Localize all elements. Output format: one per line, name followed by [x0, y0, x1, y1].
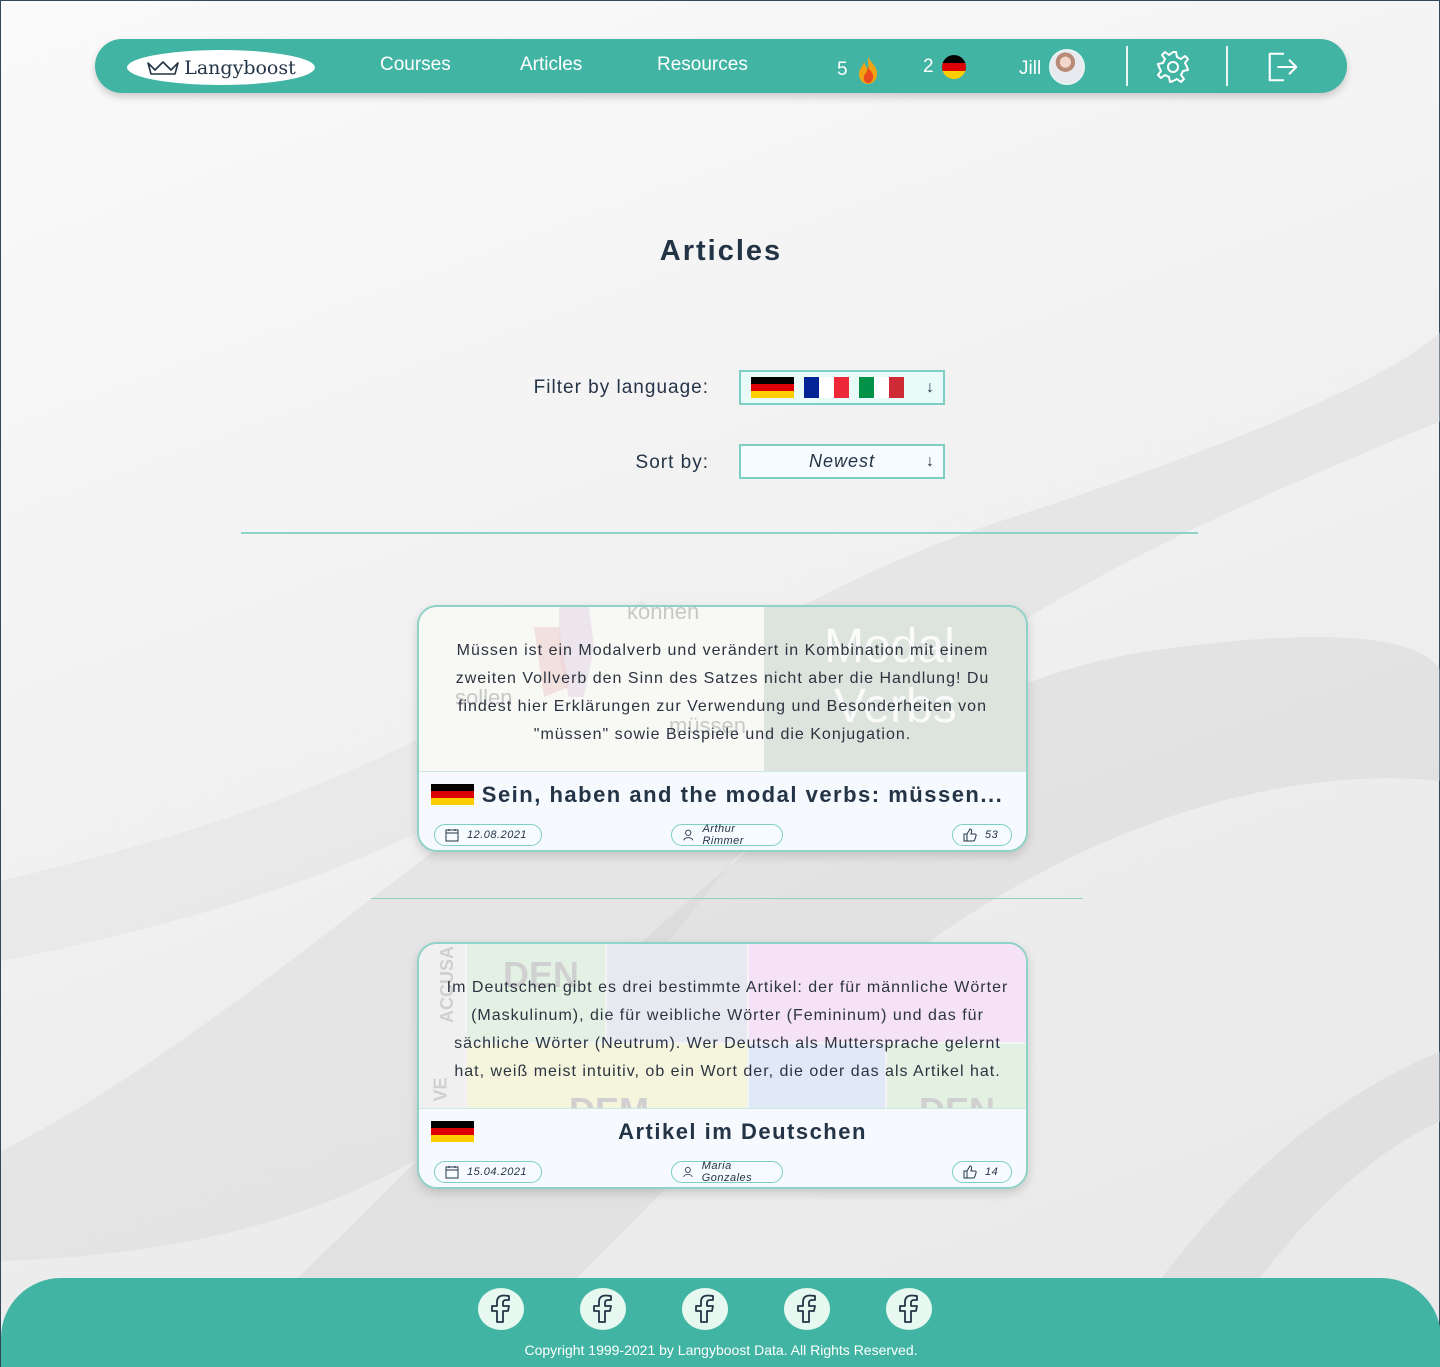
filter-label: Filter by language:: [533, 377, 709, 398]
arrow-down-icon: ↓: [926, 379, 934, 396]
user-name: Jill: [1019, 58, 1042, 79]
gear-icon: [1157, 51, 1189, 83]
user-profile[interactable]: Jill: [1019, 49, 1086, 85]
user-icon: [683, 1166, 693, 1178]
language-counter[interactable]: 2: [923, 55, 966, 79]
italian-flag-icon: [859, 377, 904, 398]
article-date: 15.04.2021: [434, 1161, 542, 1183]
article-description: Im Deutschen gibt es drei bestimmte Arti…: [446, 979, 1009, 1080]
footer: Copyright 1999-2021 by Langyboost Data. …: [1, 1278, 1440, 1367]
nav-divider: [1226, 46, 1228, 86]
logo-text: Langyboost: [184, 56, 296, 79]
facebook-icon: [899, 1294, 918, 1323]
nav-courses[interactable]: Courses: [380, 54, 451, 76]
sort-select[interactable]: Newest ↓: [739, 444, 945, 479]
nav-resources[interactable]: Resources: [657, 54, 748, 76]
like-count: 53: [985, 829, 999, 841]
thumbnail-word: können: [627, 607, 700, 624]
article-title[interactable]: Sein, haben and the modal verbs: müssen.…: [469, 782, 1016, 808]
article-thumbnail: können sollen müssen Modal Verbs Müssen …: [419, 607, 1026, 771]
like-button[interactable]: 14: [952, 1161, 1012, 1183]
nav-divider: [1126, 46, 1128, 86]
avatar: [1049, 49, 1086, 85]
sort-value: Newest: [808, 451, 876, 471]
streak-count: 5: [837, 59, 848, 80]
facebook-link[interactable]: [682, 1288, 728, 1330]
card-divider: [371, 898, 1083, 899]
logout-button[interactable]: [1265, 49, 1301, 85]
article-description: Müssen ist ein Modalverb und verändert i…: [455, 642, 990, 743]
page-title: Articles: [659, 235, 783, 267]
thumbs-up-icon: [963, 828, 977, 842]
article-card[interactable]: DEN DEM DEN ACCUSA VE Im Deutschen gibt …: [417, 942, 1028, 1189]
article-title[interactable]: Artikel im Deutschen: [469, 1119, 1016, 1145]
fire-icon: [858, 56, 877, 84]
article-date-text: 15.04.2021: [467, 1166, 528, 1178]
article-meta: Sein, haben and the modal verbs: müssen.…: [419, 771, 1026, 850]
article-author-name: Arthur Rimmer: [702, 823, 744, 847]
thumbnail-word: DEN: [919, 1090, 995, 1108]
article-date-text: 12.08.2021: [467, 829, 528, 841]
french-flag-icon: [804, 377, 849, 398]
like-button[interactable]: 53: [952, 824, 1012, 846]
language-filter-select[interactable]: ↓: [739, 370, 945, 405]
settings-button[interactable]: [1155, 49, 1191, 85]
logo[interactable]: Langyboost: [127, 50, 315, 85]
arrow-down-icon: ↓: [926, 453, 934, 470]
calendar-icon: [445, 1166, 459, 1179]
facebook-icon: [593, 1294, 612, 1323]
facebook-icon: [491, 1294, 510, 1323]
language-count: 2: [923, 56, 934, 77]
sort-label: Sort by:: [635, 452, 709, 473]
facebook-link[interactable]: [580, 1288, 626, 1330]
article-thumbnail: DEN DEM DEN ACCUSA VE Im Deutschen gibt …: [419, 944, 1026, 1108]
german-flag-icon: [751, 377, 794, 398]
thumbnail-word: DEM: [569, 1090, 649, 1108]
top-navbar: Langyboost Courses Articles Resources 5 …: [95, 39, 1347, 93]
crown-icon: [147, 60, 180, 75]
streak-counter[interactable]: 5: [837, 55, 880, 85]
facebook-link[interactable]: [478, 1288, 524, 1330]
facebook-icon: [797, 1294, 816, 1323]
article-date: 12.08.2021: [434, 824, 542, 846]
german-flag-icon: [941, 55, 966, 79]
facebook-link[interactable]: [784, 1288, 830, 1330]
german-flag-icon: [431, 784, 474, 805]
copyright: Copyright 1999-2021 by Langyboost Data. …: [524, 1342, 918, 1358]
facebook-link[interactable]: [886, 1288, 932, 1330]
article-author-name: Maria Gonzales: [701, 1160, 753, 1184]
article-meta: Artikel im Deutschen 15.04.2021 Maria Go…: [419, 1108, 1026, 1187]
calendar-icon: [445, 829, 459, 842]
thumbs-up-icon: [963, 1165, 977, 1179]
german-flag-icon: [431, 1121, 474, 1142]
section-divider: [241, 532, 1198, 534]
logout-icon: [1268, 52, 1298, 82]
nav-articles[interactable]: Articles: [520, 54, 582, 76]
facebook-icon: [695, 1294, 714, 1323]
user-icon: [683, 829, 694, 841]
article-author[interactable]: Maria Gonzales: [671, 1160, 783, 1184]
article-card[interactable]: können sollen müssen Modal Verbs Müssen …: [417, 605, 1028, 852]
article-author[interactable]: Arthur Rimmer: [671, 823, 783, 847]
like-count: 14: [985, 1166, 999, 1178]
